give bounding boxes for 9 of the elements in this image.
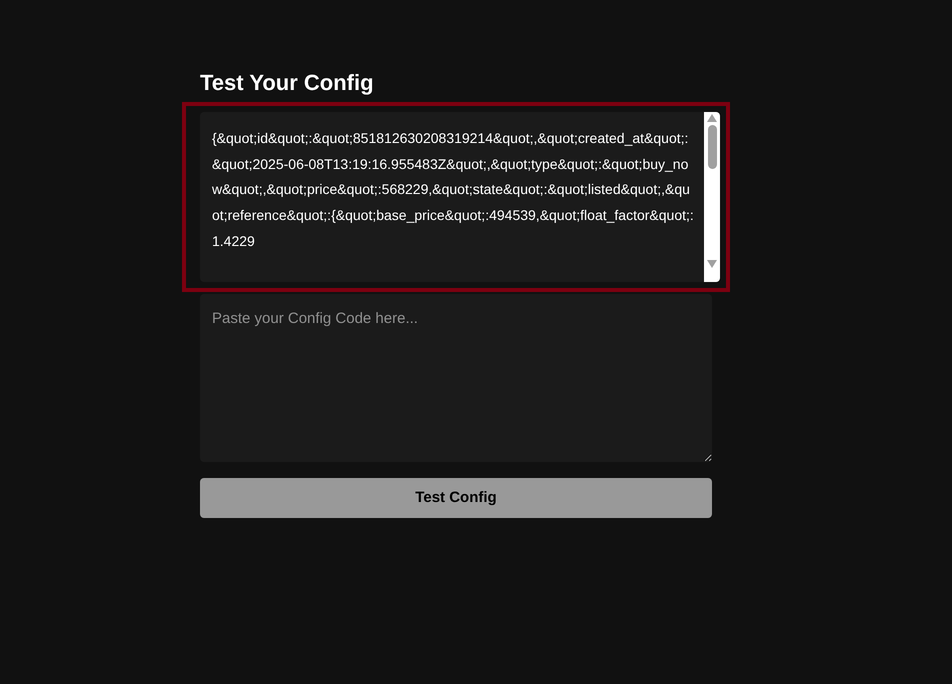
config-output-field[interactable] bbox=[200, 112, 720, 282]
scroll-down-icon[interactable] bbox=[707, 260, 717, 268]
scrollbar-thumb[interactable] bbox=[708, 125, 716, 169]
page-title: Test Your Config bbox=[200, 69, 375, 97]
test-config-button[interactable]: Test Config bbox=[200, 478, 712, 518]
scrollbar[interactable] bbox=[704, 112, 720, 282]
config-input-field[interactable]: Paste your Config Code here... bbox=[200, 294, 712, 462]
config-output-text: {&quot;id&quot;:&quot;851812630208319214&quot;,&quot;created_at&quot;:&quot;2025-06-08T13:19:16.955483Z&quot;,&quot;type&quot;:&quot;buy_now&quot;,&quot;price&quot;:568229,&quot;state&quot;:&quot;listed&quot;,&quot;reference&quot;:{&quot;base_price&quot;:494539,&quot;float_factor&quot;:1.4229 bbox=[212, 130, 694, 249]
scroll-up-icon[interactable] bbox=[707, 114, 717, 122]
